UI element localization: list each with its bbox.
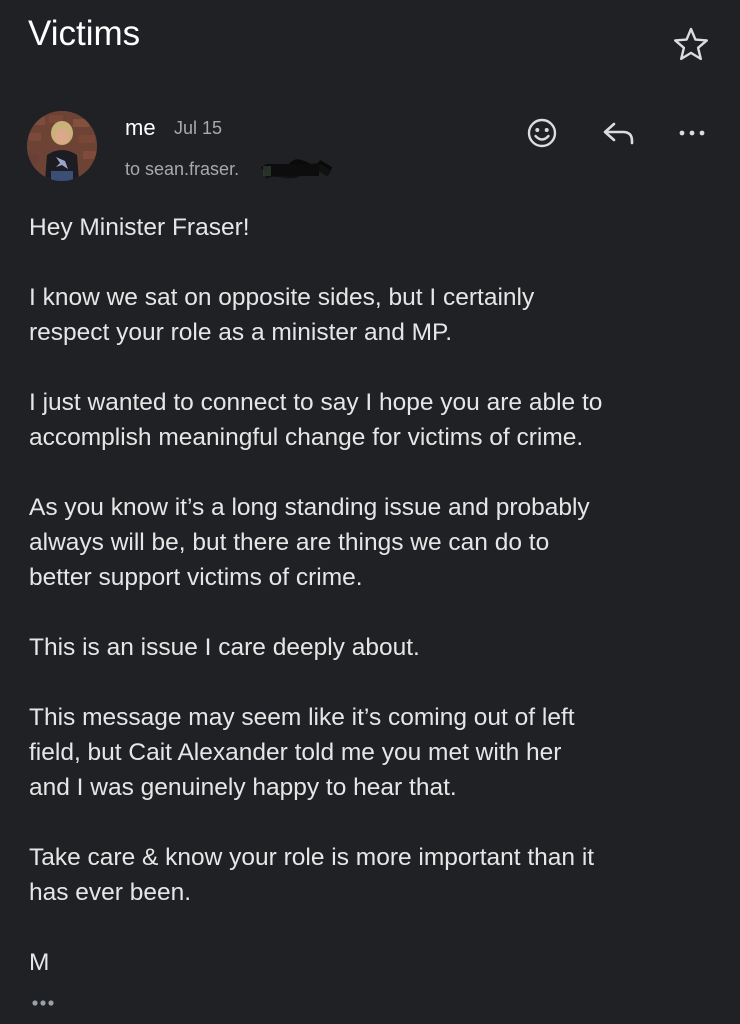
reply-icon[interactable] bbox=[598, 113, 638, 153]
recipient-text: to sean.fraser. bbox=[125, 159, 240, 179]
redaction-scribble bbox=[261, 159, 333, 180]
body-paragraph: As you know it’s a long standing issue a… bbox=[29, 494, 590, 591]
sender-avatar[interactable] bbox=[27, 111, 97, 181]
email-body: Hey Minister Fraser! I know we sat on op… bbox=[29, 210, 729, 1015]
body-paragraph: Take care & know your role is more impor… bbox=[29, 844, 595, 906]
avatar-photo bbox=[27, 111, 97, 181]
body-paragraph: I just wanted to connect to say I hope y… bbox=[29, 389, 603, 451]
body-paragraph: I know we sat on opposite sides, but I c… bbox=[29, 284, 535, 346]
body-greeting: Hey Minister Fraser! bbox=[29, 214, 250, 241]
body-paragraph: This is an issue I care deeply about. bbox=[29, 634, 420, 661]
show-trimmed-content-icon[interactable] bbox=[30, 994, 64, 1012]
body-signature: M bbox=[29, 949, 50, 976]
star-icon[interactable] bbox=[671, 25, 711, 63]
email-subject: Victims bbox=[28, 14, 141, 53]
sender-name: me bbox=[125, 115, 156, 140]
sent-date: Jul 15 bbox=[174, 118, 223, 138]
more-options-icon[interactable] bbox=[672, 113, 712, 153]
body-paragraph: This message may seem like it’s coming o… bbox=[29, 704, 575, 801]
add-reaction-icon[interactable] bbox=[522, 113, 562, 153]
recipient-details[interactable]: to sean.fraser. bbox=[125, 156, 345, 184]
